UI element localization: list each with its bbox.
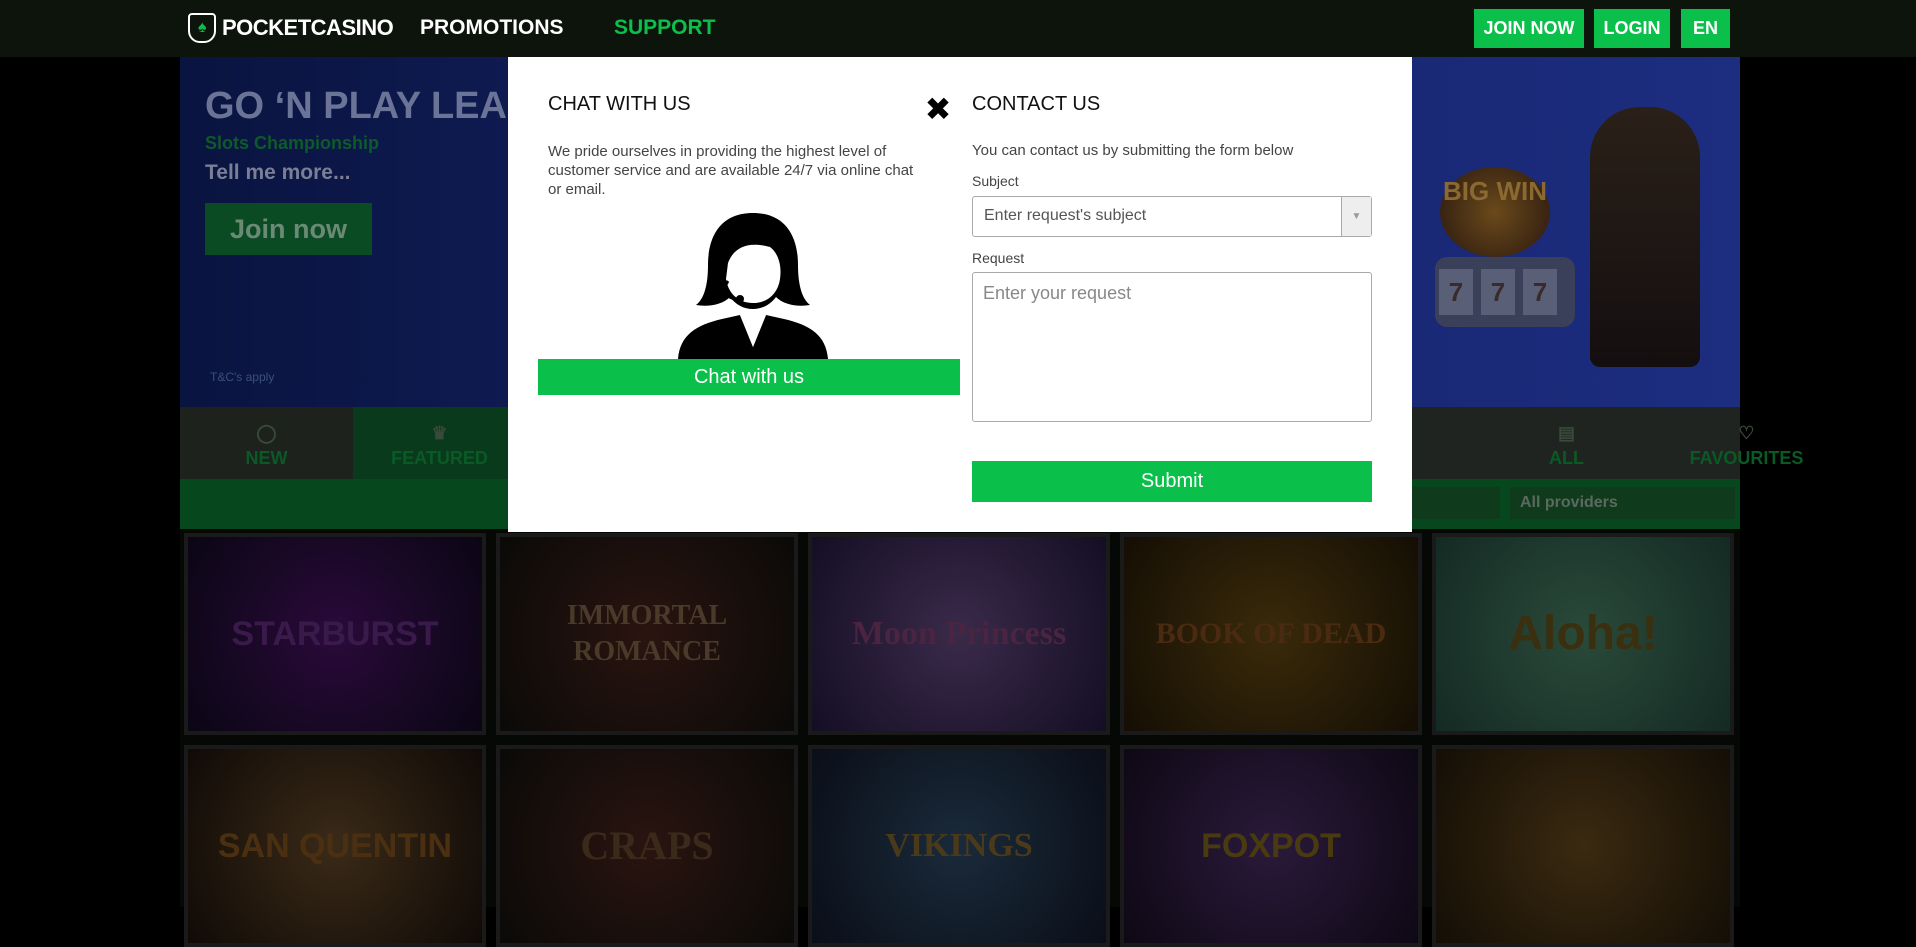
join-now-button[interactable]: JOIN NOW — [1474, 9, 1584, 48]
hero-tell-more[interactable]: Tell me more... — [205, 161, 351, 185]
spade-icon: ♠ — [188, 13, 216, 43]
all-games-icon: ▤ — [1557, 423, 1575, 443]
game-tile[interactable]: STARBURST — [184, 533, 486, 735]
subject-placeholder: Enter request's subject — [984, 207, 1147, 224]
hero-join-button[interactable]: Join now — [205, 203, 372, 255]
subject-select[interactable]: Enter request's subject ▼ — [972, 196, 1372, 237]
nav-support[interactable]: SUPPORT — [614, 16, 716, 40]
contact-description: You can contact us by submitting the for… — [972, 142, 1294, 159]
site-logo[interactable]: ♠ POCKETCASINO — [188, 13, 394, 43]
login-button[interactable]: LOGIN — [1594, 9, 1670, 48]
tab-new[interactable]: ◯ NEW — [180, 407, 353, 479]
game-tile[interactable]: BOOK OF DEAD — [1120, 533, 1422, 735]
close-icon[interactable]: ✖ — [924, 93, 952, 125]
tab-featured[interactable]: ♛ FEATURED — [353, 407, 526, 479]
game-tile[interactable]: SAN QUENTIN — [184, 745, 486, 947]
support-agent-icon — [678, 213, 828, 359]
tab-label: FEATURED — [391, 448, 488, 468]
game-tile[interactable]: FOXPOT — [1120, 745, 1422, 947]
provider-select[interactable]: All providers — [1510, 487, 1735, 519]
chat-title: CHAT WITH US — [548, 93, 691, 115]
nav-promotions[interactable]: PROMOTIONS — [420, 16, 564, 40]
tab-all[interactable]: ▤ ALL — [1480, 407, 1653, 479]
hero-terms[interactable]: T&C's apply — [210, 370, 274, 384]
tab-label: ALL — [1549, 448, 1584, 468]
crown-icon: ♛ — [431, 423, 448, 443]
tab-label: FAVOURITES — [1689, 448, 1804, 468]
request-textarea[interactable] — [972, 272, 1372, 422]
chat-description: We pride ourselves in providing the high… — [548, 143, 914, 198]
hero-figure-illustration — [1590, 107, 1700, 367]
request-label: Request — [972, 250, 1025, 266]
big-win-badge: BIG WIN — [1440, 167, 1550, 257]
chevron-down-icon[interactable]: ▼ — [1341, 197, 1371, 236]
game-tile[interactable]: IMMORTAL ROMANCE — [496, 533, 798, 735]
heart-icon: ♡ — [1738, 423, 1755, 443]
new-icon: ◯ — [256, 423, 277, 443]
game-tile[interactable]: Aloha! — [1432, 533, 1734, 735]
hero-subtitle: Slots Championship — [205, 133, 380, 153]
subject-label: Subject — [972, 173, 1019, 189]
top-navbar: ♠ POCKETCASINO PROMOTIONS SUPPORT JOIN N… — [0, 0, 1916, 57]
slot-reel: 7 — [1439, 269, 1473, 315]
chat-with-us-button[interactable]: Chat with us — [538, 359, 960, 395]
game-tile[interactable]: VIKINGS — [808, 745, 1110, 947]
language-button[interactable]: EN — [1681, 9, 1730, 48]
game-tile[interactable]: CRAPS — [496, 745, 798, 947]
slot-machine-illustration: 777 — [1435, 257, 1575, 327]
game-tile[interactable] — [1432, 745, 1734, 947]
logo-text: POCKETCASINO — [222, 15, 394, 40]
support-modal: ✖ CHAT WITH US We pride ourselves in pro… — [508, 57, 1412, 532]
submit-button[interactable]: Submit — [972, 461, 1372, 502]
tab-label: NEW — [245, 448, 288, 468]
contact-title: CONTACT US — [972, 93, 1101, 115]
slot-reel: 7 — [1523, 269, 1557, 315]
hero-artwork: BIG WIN 777 — [1400, 97, 1720, 397]
slot-reel: 7 — [1481, 269, 1515, 315]
game-tile[interactable]: Moon Princess — [808, 533, 1110, 735]
tab-favourites[interactable]: ♡ FAVOURITES — [1660, 407, 1833, 479]
